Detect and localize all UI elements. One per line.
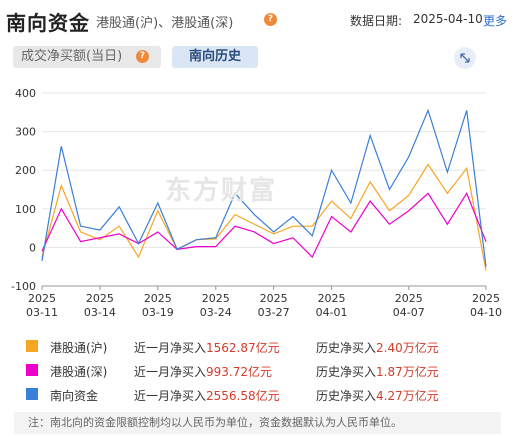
help-icon[interactable]: ? bbox=[264, 13, 277, 26]
x-tick-label-year: 2025 bbox=[86, 292, 114, 305]
expand-icon bbox=[460, 53, 470, 63]
legend-name: 南向资金 bbox=[50, 389, 99, 403]
x-tick-label-date: 04-01 bbox=[316, 306, 348, 319]
y-tick-label: 300 bbox=[15, 126, 36, 139]
legend-history: 历史净买入1.87万亿元 bbox=[316, 365, 439, 379]
date-label: 数据日期: bbox=[350, 14, 403, 28]
watermark: 东方财富 bbox=[165, 176, 278, 206]
x-tick-label-year: 2025 bbox=[260, 292, 288, 305]
legend-row: 港股通(沪) 近一月净买入1562.87亿元 历史净买入2.40万亿元 bbox=[14, 334, 501, 358]
y-tick-label: 200 bbox=[15, 164, 36, 177]
legend-swatch bbox=[26, 364, 38, 376]
tab-net-buy-today[interactable]: 成交净买额(当日) ? bbox=[13, 46, 161, 68]
y-tick-label: 400 bbox=[15, 87, 36, 100]
x-tick-label-year: 2025 bbox=[395, 292, 423, 305]
expand-button[interactable] bbox=[454, 47, 476, 69]
tab-southbound-history[interactable]: 南向历史 bbox=[172, 46, 258, 68]
x-tick-label-date: 03-27 bbox=[258, 306, 290, 319]
header: 南向资金 港股通(沪)、港股通(深) ? 数据日期: 2025-04-10 更多 bbox=[0, 0, 515, 38]
x-tick-label-year: 2025 bbox=[202, 292, 230, 305]
legend-month: 近一月净买入1562.87亿元 bbox=[134, 341, 280, 355]
x-tick-label-date: 03-19 bbox=[142, 306, 174, 319]
chart: 东方财富 -100 0 100 200 300 400 2025 03-11 2025 03-14… bbox=[0, 80, 515, 330]
x-tick-label-year: 2025 bbox=[28, 292, 56, 305]
tab-label: 南向历史 bbox=[188, 49, 241, 64]
x-tick-label-year: 2025 bbox=[144, 292, 172, 305]
x-tick-label-date: 03-11 bbox=[26, 306, 58, 319]
legend-swatch bbox=[26, 340, 38, 352]
x-tick-label-date: 03-24 bbox=[200, 306, 232, 319]
legend-swatch bbox=[26, 388, 38, 400]
legend-table: 港股通(沪) 近一月净买入1562.87亿元 历史净买入2.40万亿元 港股通(… bbox=[14, 334, 501, 406]
legend-row: 南向资金 近一月净买入2556.58亿元 历史净买入4.27万亿元 bbox=[14, 382, 501, 406]
legend-name: 港股通(沪) bbox=[50, 341, 108, 355]
legend-month: 近一月净买入2556.58亿元 bbox=[134, 389, 280, 403]
y-tick-label: 0 bbox=[29, 241, 36, 254]
legend-history: 历史净买入4.27万亿元 bbox=[316, 389, 439, 403]
x-tick-label-date: 03-14 bbox=[84, 306, 116, 319]
date-value: 2025-04-10 bbox=[413, 12, 483, 26]
x-tick-label-date: 04-07 bbox=[393, 306, 425, 319]
x-tick-label-date: 04-10 bbox=[470, 306, 502, 319]
more-link[interactable]: 更多 bbox=[483, 12, 507, 29]
footnote: 注：南北向的资金限额控制均以人民币为单位，资金数据默认为人民币单位。 bbox=[14, 412, 501, 434]
y-tick-label: 100 bbox=[15, 203, 36, 216]
help-icon[interactable]: ? bbox=[136, 50, 149, 63]
legend-name: 港股通(深) bbox=[50, 365, 108, 379]
page-subtitle: 港股通(沪)、港股通(深) bbox=[96, 16, 234, 31]
x-tick-label-year: 2025 bbox=[472, 292, 500, 305]
legend-month: 近一月净买入993.72亿元 bbox=[134, 365, 273, 379]
x-tick-label-year: 2025 bbox=[318, 292, 346, 305]
legend-history: 历史净买入2.40万亿元 bbox=[316, 341, 439, 355]
page-title: 南向资金 bbox=[6, 11, 90, 35]
legend-row: 港股通(深) 近一月净买入993.72亿元 历史净买入1.87万亿元 bbox=[14, 358, 501, 382]
tab-label: 成交净买额(当日) bbox=[21, 49, 123, 64]
